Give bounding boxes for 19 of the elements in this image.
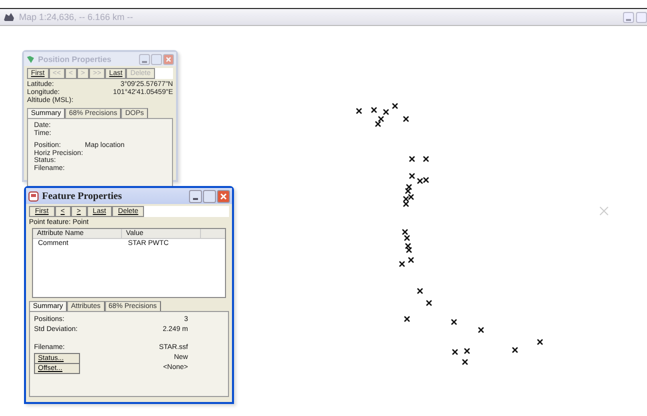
minimize-icon [142,60,147,62]
document-icon [28,190,39,202]
close-button[interactable] [217,190,230,202]
pin-icon [26,54,35,64]
dialog-title: Feature Properties [42,190,122,202]
close-icon [219,190,228,202]
close-icon [165,54,172,64]
close-button[interactable] [163,54,174,64]
cursor-cross-icon [600,206,608,216]
window-title: Map 1:24,636, -- 6.166 km -- [19,12,134,22]
minimize-button[interactable] [139,54,150,64]
minimize-icon [626,18,631,20]
maximize-button[interactable] [151,54,162,64]
minimize-button[interactable] [189,190,202,202]
app-icon [3,12,15,22]
maximize-button[interactable] [636,12,647,22]
minimize-icon [193,198,198,200]
minimize-button[interactable] [623,12,634,22]
dialog-title: Position Properties [38,54,112,64]
